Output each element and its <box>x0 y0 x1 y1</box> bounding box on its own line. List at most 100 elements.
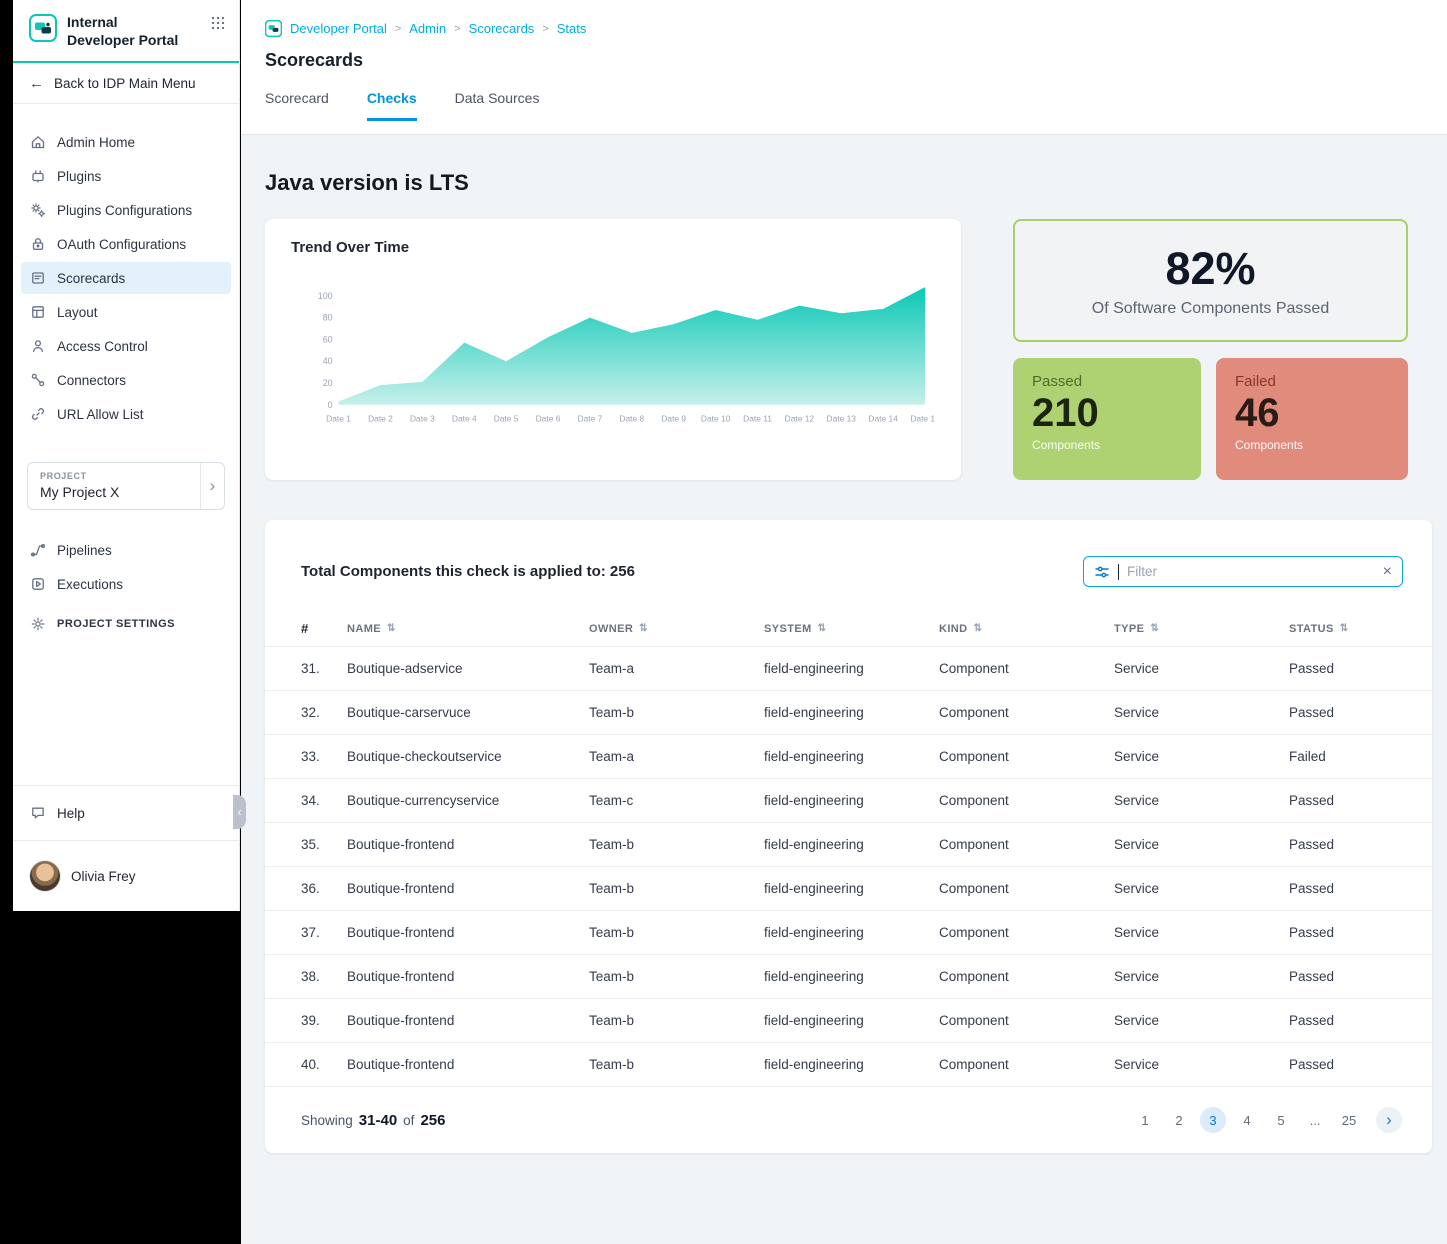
app-launcher-icon[interactable] <box>211 16 225 35</box>
column-label: OWNER <box>589 623 633 635</box>
cell-owner: Team-b <box>589 881 764 896</box>
sidebar-item-project-settings[interactable]: PROJECT SETTINGS <box>21 608 231 640</box>
sort-icon[interactable]: ⇅ <box>1150 623 1159 634</box>
cell-owner: Team-b <box>589 1057 764 1072</box>
column-header-status[interactable]: STATUS⇅ <box>1289 623 1408 635</box>
avatar <box>30 861 60 891</box>
page-header: Developer Portal > Admin > Scorecards > … <box>241 0 1447 135</box>
column-header-type[interactable]: TYPE⇅ <box>1114 623 1289 635</box>
sort-icon[interactable]: ⇅ <box>1340 623 1349 634</box>
sidebar-item-oauth-configurations[interactable]: OAuth Configurations <box>21 228 231 260</box>
table-row[interactable]: 38.Boutique-frontendTeam-bfield-engineer… <box>265 955 1432 999</box>
column-header-kind[interactable]: KIND⇅ <box>939 623 1114 635</box>
page-button-4[interactable]: 4 <box>1234 1107 1260 1133</box>
gear-icon <box>30 616 46 632</box>
sidebar-item-pipelines[interactable]: Pipelines <box>21 534 231 566</box>
cell-num: 40. <box>301 1057 347 1072</box>
sidebar-item-plugins[interactable]: Plugins <box>21 160 231 192</box>
cell-type: Service <box>1114 969 1289 984</box>
back-to-main-menu[interactable]: ← Back to IDP Main Menu <box>13 63 239 104</box>
percent-passed-card: 82% Of Software Components Passed <box>1013 219 1408 342</box>
project-label: PROJECT <box>40 471 196 481</box>
percent-value: 82% <box>1165 243 1255 295</box>
cell-status: Passed <box>1289 925 1408 940</box>
sidebar-item-url-allow-list[interactable]: URL Allow List <box>21 398 231 430</box>
breadcrumb-admin[interactable]: Admin <box>409 21 446 36</box>
breadcrumb-scorecards[interactable]: Scorecards <box>469 21 535 36</box>
sidebar-item-scorecards[interactable]: Scorecards <box>21 262 231 294</box>
table-row[interactable]: 37.Boutique-frontendTeam-bfield-engineer… <box>265 911 1432 955</box>
table-body: 31.Boutique-adserviceTeam-afield-enginee… <box>265 647 1432 1087</box>
plugin-icon <box>30 168 46 184</box>
svg-text:100: 100 <box>318 291 333 301</box>
layout-icon <box>30 304 46 320</box>
cell-type: Service <box>1114 793 1289 808</box>
passed-value: 210 <box>1032 390 1182 436</box>
page-button-1[interactable]: 1 <box>1132 1107 1158 1133</box>
cell-kind: Component <box>939 749 1114 764</box>
column-header-name[interactable]: NAME⇅ <box>347 623 589 635</box>
sort-icon[interactable]: ⇅ <box>818 623 827 634</box>
percent-caption: Of Software Components Passed <box>1092 300 1329 318</box>
svg-text:0: 0 <box>328 400 333 410</box>
sidebar-item-executions[interactable]: Executions <box>21 568 231 600</box>
clear-filter-icon[interactable]: × <box>1383 564 1392 580</box>
cell-type: Service <box>1114 749 1289 764</box>
sidebar-item-access-control[interactable]: Access Control <box>21 330 231 362</box>
trend-chart-title: Trend Over Time <box>291 239 935 256</box>
page-button-25[interactable]: 25 <box>1336 1107 1362 1133</box>
gears-icon <box>30 202 46 218</box>
sidebar-item-layout[interactable]: Layout <box>21 296 231 328</box>
filter-placeholder: Filter <box>1127 564 1375 579</box>
filter-input[interactable]: Filter × <box>1083 556 1403 587</box>
sort-icon[interactable]: ⇅ <box>387 623 396 634</box>
cell-kind: Component <box>939 881 1114 896</box>
table-row[interactable]: 34.Boutique-currencyserviceTeam-cfield-e… <box>265 779 1432 823</box>
sidebar-item-admin-home[interactable]: Admin Home <box>21 126 231 158</box>
project-selector[interactable]: PROJECT My Project X › <box>27 462 225 510</box>
cell-num: 35. <box>301 837 347 852</box>
sidebar-collapse-handle[interactable]: ‹ <box>233 795 246 829</box>
sidebar-item-connectors[interactable]: Connectors <box>21 364 231 396</box>
sidebar-item-plugins-configurations[interactable]: Plugins Configurations <box>21 194 231 226</box>
sidebar-item-help[interactable]: Help <box>13 786 239 841</box>
table-row[interactable]: 33.Boutique-checkoutserviceTeam-afield-e… <box>265 735 1432 779</box>
breadcrumb-separator: > <box>454 23 460 35</box>
table-row[interactable]: 31.Boutique-adserviceTeam-afield-enginee… <box>265 647 1432 691</box>
table-row[interactable]: 40.Boutique-frontendTeam-bfield-engineer… <box>265 1043 1432 1087</box>
tab-data-sources[interactable]: Data Sources <box>455 90 540 121</box>
svg-text:Date 10: Date 10 <box>701 414 731 424</box>
showing-of: of <box>403 1113 414 1128</box>
cell-type: Service <box>1114 1013 1289 1028</box>
page-button-3[interactable]: 3 <box>1200 1107 1226 1133</box>
table-row[interactable]: 36.Boutique-frontendTeam-bfield-engineer… <box>265 867 1432 911</box>
cell-kind: Component <box>939 969 1114 984</box>
breadcrumb-stats[interactable]: Stats <box>557 21 587 36</box>
pagination: 12345...25 › <box>1132 1107 1402 1133</box>
page-button-5[interactable]: 5 <box>1268 1107 1294 1133</box>
nav-label: Pipelines <box>57 543 112 558</box>
page-button-2[interactable]: 2 <box>1166 1107 1192 1133</box>
svg-text:20: 20 <box>323 378 333 388</box>
sort-icon[interactable]: ⇅ <box>639 623 648 634</box>
cell-num: 34. <box>301 793 347 808</box>
idp-logo-small-icon <box>265 20 282 37</box>
table-row[interactable]: 35.Boutique-frontendTeam-bfield-engineer… <box>265 823 1432 867</box>
nav-label: Scorecards <box>57 271 125 286</box>
tab-checks[interactable]: Checks <box>367 90 417 121</box>
chevron-right-icon: › <box>200 463 224 509</box>
breadcrumb-developer-portal[interactable]: Developer Portal <box>290 21 387 36</box>
play-icon <box>30 576 46 592</box>
table-row[interactable]: 39.Boutique-frontendTeam-bfield-engineer… <box>265 999 1432 1043</box>
tab-scorecard[interactable]: Scorecard <box>265 90 329 121</box>
cell-type: Service <box>1114 1057 1289 1072</box>
next-page-button[interactable]: › <box>1376 1107 1402 1133</box>
column-header-system[interactable]: SYSTEM⇅ <box>764 623 939 635</box>
column-header-owner[interactable]: OWNER ⇅ <box>589 623 764 635</box>
user-menu[interactable]: Olivia Frey <box>13 841 239 911</box>
cell-num: 31. <box>301 661 347 676</box>
sort-icon[interactable]: ⇅ <box>974 623 983 634</box>
app-title: Internal Developer Portal <box>67 14 185 49</box>
table-row[interactable]: 32.Boutique-carservuceTeam-bfield-engine… <box>265 691 1432 735</box>
sidebar-footer: Help Olivia Frey <box>13 785 239 911</box>
